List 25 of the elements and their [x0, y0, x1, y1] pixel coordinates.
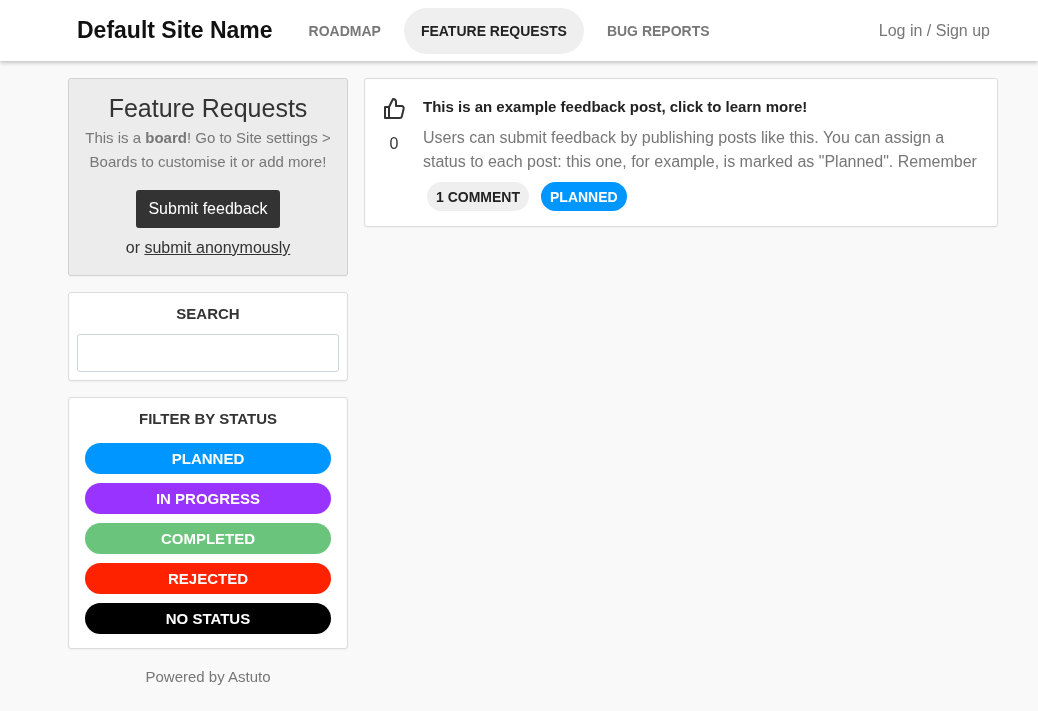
thumbs-up-icon[interactable] — [382, 97, 406, 121]
vote-count: 0 — [389, 135, 399, 153]
search-title: SEARCH — [176, 304, 240, 324]
nav-tab[interactable]: BUG REPORTS — [589, 7, 727, 54]
nav-tab[interactable]: ROADMAP — [291, 7, 398, 54]
login-signup-link[interactable]: Log in / Sign up — [878, 21, 990, 40]
post-title[interactable]: This is an example feedback post, click to learn more! — [423, 97, 981, 117]
board-description: This is a board! Go to Site settings > Boards to customise it or add more! — [84, 128, 332, 172]
status-badge: PLANNED — [541, 182, 627, 211]
status-filter-button[interactable]: IN PROGRESS — [85, 483, 331, 514]
submit-anonymously-link[interactable]: submit anonymously — [144, 239, 291, 256]
powered-by-text: Powered by Astuto — [144, 668, 272, 685]
comment-count-badge: 1 COMMENT — [427, 182, 529, 211]
submit-feedback-button[interactable]: Submit feedback — [136, 190, 280, 228]
status-filter-button[interactable]: NO STATUS — [85, 603, 331, 634]
status-filter-button[interactable]: REJECTED — [85, 563, 331, 594]
status-filter-button[interactable]: PLANNED — [85, 443, 331, 474]
filter-title: FILTER BY STATUS — [138, 409, 278, 429]
post-description: Users can submit feedback by publishing posts like this. You can assign a status to each post: this one, for example, is marked as "Planned". Remember — [423, 128, 978, 172]
search-field[interactable] — [77, 334, 339, 372]
site-name: Default Site Name — [77, 17, 273, 44]
feedback-post-card[interactable] — [364, 78, 998, 227]
anonymous-submit-text: or submit anonymously — [125, 238, 291, 258]
board-title: Feature Requests — [108, 93, 308, 124]
nav-tab[interactable]: FEATURE REQUESTS — [403, 7, 584, 54]
